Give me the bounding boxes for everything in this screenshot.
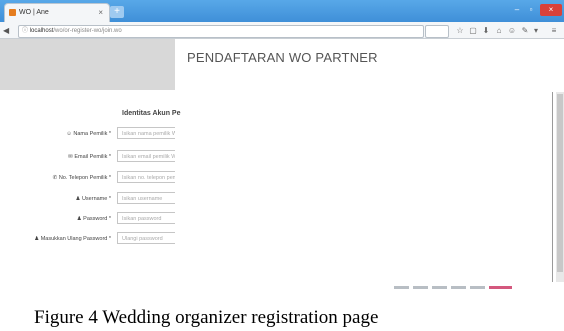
reading-list-icon[interactable]: ▢ <box>468 25 478 36</box>
panel-border <box>552 92 553 282</box>
lock-icon: ♟ <box>34 236 40 242</box>
bookmark-star-icon[interactable]: ☆ <box>455 25 465 36</box>
address-bar[interactable]: ⓘ localhost/wo/or-register-wo/join.wo <box>18 25 424 38</box>
maximize-icon[interactable]: ▫ <box>524 4 538 16</box>
back-icon[interactable]: ◀ <box>3 25 9 36</box>
owner-email-input[interactable]: Isikan email pemilik W <box>117 150 175 162</box>
menu-icon[interactable]: ≡ <box>549 25 559 36</box>
confirm-password-input[interactable]: Ulangi password <box>117 232 175 244</box>
search-bar[interactable] <box>425 25 449 38</box>
step-indicator <box>489 286 512 289</box>
dropdown-icon[interactable]: ▾ <box>531 25 541 36</box>
figure-caption: Figure 4 Wedding organizer registration … <box>34 307 379 328</box>
home-icon[interactable]: ⌂ <box>494 25 504 36</box>
field-label-owner-name: ☺ Nama Pemilik * <box>66 131 111 137</box>
field-label-owner-email: ✉ Email Pemilik * <box>68 154 111 160</box>
tab-title: WO | Ane <box>19 9 49 16</box>
envelope-icon: ✉ <box>68 154 73 160</box>
field-label-owner-phone: ✆ No. Telepon Pemilik * <box>52 175 111 181</box>
lock-icon: ♟ <box>76 216 82 222</box>
phone-icon: ✆ <box>52 175 58 181</box>
tab-close-icon[interactable]: × <box>98 8 103 17</box>
account-icon[interactable]: ☺ <box>507 25 517 36</box>
field-label-password: ♟ Password * <box>76 216 111 222</box>
page-title: PENDAFTARAN WO PARTNER <box>187 50 378 65</box>
section-title: Identitas Akun Pe <box>122 110 181 117</box>
step-indicator <box>413 286 428 289</box>
field-label-username: ♟ Username * <box>75 196 111 202</box>
download-icon[interactable]: ⬇ <box>481 25 491 36</box>
password-input[interactable]: Isikan password <box>117 212 175 224</box>
pencil-icon[interactable]: ✎ <box>520 25 530 36</box>
browser-tab[interactable]: . WO | Ane × <box>4 3 110 23</box>
site-info-icon: ⓘ <box>22 28 29 34</box>
close-window-icon[interactable]: × <box>540 4 562 16</box>
username-input[interactable]: Isikan username <box>117 192 175 204</box>
registration-panel <box>175 39 564 290</box>
user-icon: ☺ <box>66 131 72 137</box>
url-host: localhost <box>29 28 54 34</box>
url-path: /wo/or-register-wo/join.wo <box>53 28 122 34</box>
step-indicator <box>451 286 466 289</box>
step-indicator <box>394 286 409 289</box>
minimize-icon[interactable]: – <box>510 4 524 16</box>
new-tab-button[interactable]: + <box>110 6 124 18</box>
user-icon: ♟ <box>75 196 81 202</box>
field-label-confirm-password: ♟ Masukkan Ulang Password * <box>34 236 111 242</box>
scrollbar-thumb[interactable] <box>557 94 563 272</box>
step-indicator <box>470 286 485 289</box>
owner-name-input[interactable]: Isikan nama pemilik W <box>117 127 175 139</box>
favicon-icon: . <box>9 9 16 16</box>
owner-phone-input[interactable]: Isikan no. telepon pem <box>117 171 175 183</box>
step-indicator <box>432 286 447 289</box>
